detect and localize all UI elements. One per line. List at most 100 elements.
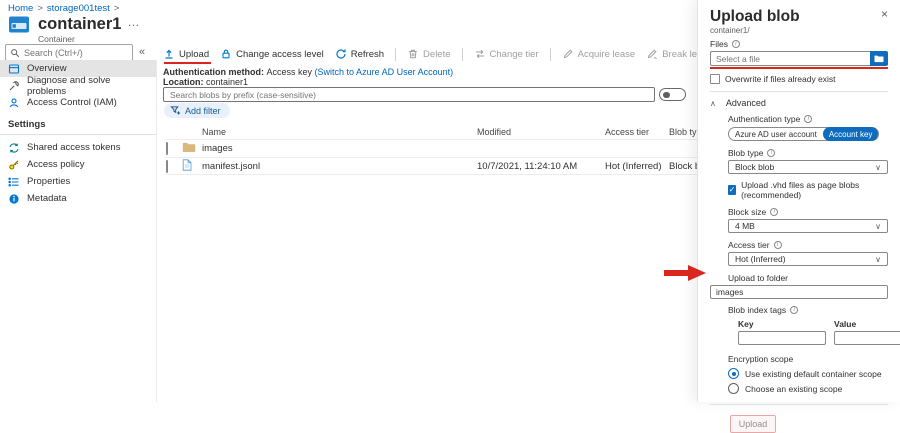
radio-unselected: [728, 383, 739, 394]
breadcrumb-home-link[interactable]: Home: [8, 3, 33, 14]
properties-icon: [8, 176, 20, 188]
sidebar-item-access-policy[interactable]: Access policy: [0, 156, 156, 173]
chevron-up-icon: ∧: [710, 99, 716, 108]
panel-upload-button[interactable]: Upload: [730, 415, 776, 433]
toolbar-separator: [462, 48, 463, 61]
folder-icon: [182, 142, 196, 153]
search-icon: [10, 48, 20, 58]
info-icon: i: [732, 40, 740, 48]
panel-divider: [710, 91, 888, 92]
tag-value-header: Value: [834, 319, 900, 329]
access-tier-dropdown[interactable]: Hot (Inferred) ∨: [728, 252, 888, 266]
page-header: container1 … Container: [8, 15, 139, 44]
trash-icon: [407, 48, 419, 60]
blob-access-tier: Hot (Inferred): [605, 161, 669, 172]
sidebar-item-shared-access-tokens[interactable]: Shared access tokens: [0, 139, 156, 156]
vhd-checkbox[interactable]: ✓: [728, 185, 736, 195]
sidebar-item-label: Overview: [27, 63, 67, 74]
radio-selected: [728, 368, 739, 379]
access-policy-icon: [8, 159, 20, 171]
page-title: container1: [38, 15, 121, 33]
table-row[interactable]: images: [166, 139, 743, 157]
table-row[interactable]: manifest.jsonl 10/7/2021, 11:24:10 AM Ho…: [166, 157, 743, 175]
change-tier-button[interactable]: Change tier: [474, 48, 539, 60]
switch-auth-link[interactable]: (Switch to Azure AD User Account): [315, 67, 454, 77]
row-checkbox[interactable]: [166, 160, 168, 173]
file-select-input[interactable]: [710, 51, 870, 66]
show-deleted-blobs-toggle[interactable]: [659, 88, 686, 101]
upload-icon: [163, 48, 175, 60]
location-line: Location: container1: [163, 77, 248, 87]
encryption-existing-scope-radio[interactable]: Choose an existing scope: [728, 383, 888, 394]
auth-type-toggle: Azure AD user account Account key: [728, 127, 879, 141]
sidebar-item-metadata[interactable]: Metadata: [0, 190, 156, 207]
advanced-section-toggle[interactable]: ∧ Advanced: [710, 98, 888, 108]
change-access-level-button[interactable]: Change access level: [220, 48, 324, 60]
folder-icon: [874, 55, 884, 63]
vhd-label: Upload .vhd files as page blobs (recomme…: [741, 180, 888, 200]
row-checkbox[interactable]: [166, 142, 168, 155]
overwrite-label: Overwrite if files already exist: [725, 74, 836, 84]
info-icon: i: [790, 306, 798, 314]
upload-to-folder-input[interactable]: [710, 285, 888, 299]
files-label: Files: [710, 39, 728, 49]
sidebar-item-properties[interactable]: Properties: [0, 173, 156, 190]
encryption-scope-label: Encryption scope: [728, 354, 793, 364]
container-icon: [8, 15, 30, 34]
authentication-method-line: Authentication method: Access key (Switc…: [163, 67, 453, 77]
blob-index-tags-label: Blob index tags: [728, 305, 786, 315]
upload-button[interactable]: Upload: [163, 48, 209, 60]
breadcrumb-separator: >: [37, 3, 43, 14]
block-size-dropdown[interactable]: 4 MB ∨: [728, 219, 888, 233]
iam-icon: [8, 97, 20, 109]
blob-search-input[interactable]: [163, 87, 655, 102]
diagnose-icon: [8, 80, 20, 92]
sidebar-item-label: Shared access tokens: [27, 142, 120, 153]
browse-files-button[interactable]: [870, 51, 888, 66]
sidebar-search[interactable]: [5, 44, 133, 61]
blob-type-dropdown[interactable]: Block blob ∨: [728, 160, 888, 174]
blob-name[interactable]: manifest.jsonl: [202, 161, 477, 172]
collapse-sidebar-button[interactable]: «: [139, 46, 145, 58]
toolbar-separator: [550, 48, 551, 61]
sidebar-search-input[interactable]: [24, 48, 128, 58]
tag-key-header: Key: [738, 319, 826, 329]
blob-name[interactable]: images: [202, 143, 477, 154]
encryption-default-scope-radio[interactable]: Use existing default container scope: [728, 368, 888, 379]
breadcrumb-separator: >: [114, 3, 120, 14]
more-options-button[interactable]: …: [127, 15, 139, 29]
column-header-name: Name: [202, 127, 477, 137]
tag-value-input[interactable]: [834, 331, 900, 345]
panel-title: Upload blob: [710, 8, 800, 25]
auth-option-account-key[interactable]: Account key: [823, 127, 879, 141]
acquire-lease-button[interactable]: Acquire lease: [562, 48, 636, 60]
sidebar-item-access-control[interactable]: Access Control (IAM): [0, 94, 156, 111]
upload-blob-panel: Upload blob × container1/ Files i Overwr…: [697, 0, 900, 402]
annotation-arrow: [664, 264, 706, 285]
breadcrumb-storage-link[interactable]: storage001test: [47, 3, 110, 14]
shared-tokens-icon: [8, 142, 20, 154]
sidebar-item-diagnose[interactable]: Diagnose and solve problems: [0, 77, 156, 94]
close-icon[interactable]: ×: [881, 8, 888, 20]
info-icon: i: [767, 149, 775, 157]
refresh-button[interactable]: Refresh: [335, 48, 384, 60]
auth-option-azure-ad[interactable]: Azure AD user account: [729, 127, 823, 141]
blob-type-label: Blob type: [728, 148, 763, 158]
sidebar-divider: [0, 134, 156, 135]
sidebar-settings-heading: Settings: [0, 111, 156, 134]
column-header-modified: Modified: [477, 127, 605, 137]
page-subtitle: Container: [38, 34, 139, 44]
chevron-down-icon: ∨: [875, 163, 881, 172]
upload-to-folder-label: Upload to folder: [728, 273, 788, 283]
add-filter-button[interactable]: Add filter: [164, 103, 230, 118]
tag-key-input[interactable]: [738, 331, 826, 345]
column-header-access-tier: Access tier: [605, 127, 669, 137]
block-size-label: Block size: [728, 207, 766, 217]
blob-list-header: Name Modified Access tier Blob type: [166, 124, 743, 139]
sidebar-item-label: Diagnose and solve problems: [27, 75, 148, 97]
panel-divider: [710, 404, 888, 405]
refresh-icon: [335, 48, 347, 60]
overwrite-checkbox[interactable]: [710, 74, 720, 84]
chevron-down-icon: ∨: [875, 255, 881, 264]
delete-button[interactable]: Delete: [407, 48, 450, 60]
